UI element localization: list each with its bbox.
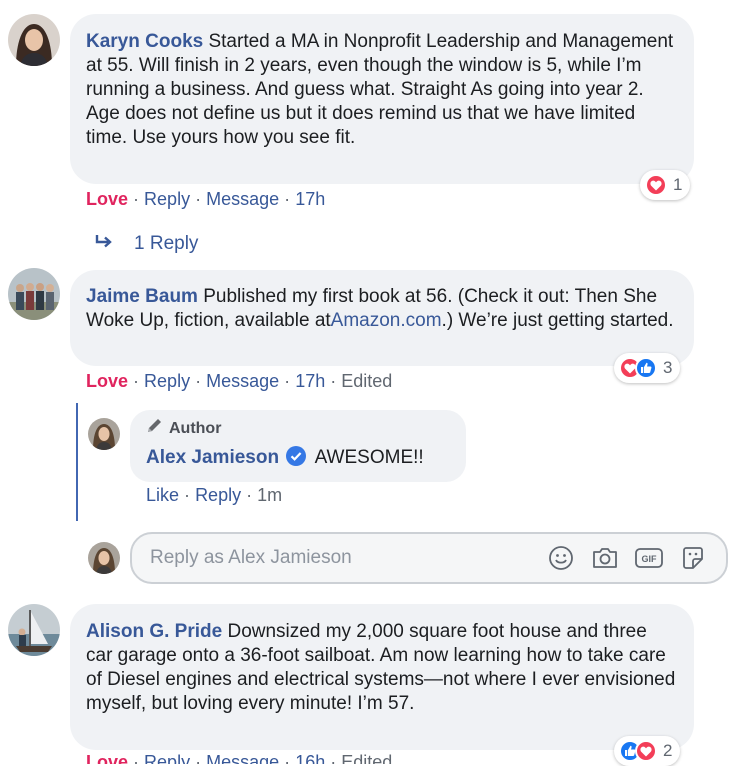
comment-author[interactable]: Jaime Baum xyxy=(86,286,198,307)
replies-count-label[interactable]: 1 Reply xyxy=(134,233,198,255)
reaction-count: 1 xyxy=(673,175,683,194)
reply-text: AWESOME!! xyxy=(314,447,424,468)
gif-icon[interactable]: GIF xyxy=(632,543,666,573)
reaction-summary[interactable]: 2 xyxy=(614,736,681,766)
avatar[interactable] xyxy=(8,14,60,66)
reply-composer: GIF xyxy=(130,532,728,584)
reaction-count: 3 xyxy=(663,358,673,377)
love-button[interactable]: Love xyxy=(86,189,128,209)
message-button[interactable]: Message xyxy=(206,371,279,391)
timestamp[interactable]: 1m xyxy=(257,485,282,505)
svg-text:GIF: GIF xyxy=(642,554,658,564)
verified-badge-icon xyxy=(286,446,307,473)
timestamp[interactable]: 17h xyxy=(295,371,325,391)
pencil-icon xyxy=(146,418,164,440)
reaction-summary[interactable]: 1 xyxy=(640,170,691,200)
avatar[interactable] xyxy=(8,604,60,656)
comment-bubble: Jaime Baum Published my first book at 56… xyxy=(70,270,694,366)
camera-icon[interactable] xyxy=(588,543,622,573)
comment-actions: Love · Reply · Message · 17h xyxy=(86,189,326,209)
reply-author[interactable]: Alex Jamieson xyxy=(146,447,279,468)
amazon-link[interactable]: Amazon.com xyxy=(331,310,442,331)
edited-label[interactable]: Edited xyxy=(341,752,392,764)
like-button[interactable]: Like xyxy=(146,485,179,505)
heart-reaction-icon xyxy=(645,174,667,196)
message-button[interactable]: Message xyxy=(206,752,279,764)
comment-actions: Love · Reply · Message · 17h · Edited xyxy=(86,371,393,391)
reply-button[interactable]: Reply xyxy=(195,485,241,505)
reply-arrow-icon xyxy=(94,233,114,255)
timestamp[interactable]: 16h xyxy=(295,752,325,764)
reaction-count: 2 xyxy=(663,741,673,760)
reply-bubble: Author Alex Jamieson AWESOME!! xyxy=(130,410,466,482)
avatar[interactable] xyxy=(8,268,60,320)
thread-line xyxy=(76,403,78,521)
comment-bubble: Karyn Cooks Started a MA in Nonprofit Le… xyxy=(70,14,694,184)
love-button[interactable]: Love xyxy=(86,371,128,391)
view-replies-link[interactable]: 1 Reply xyxy=(94,233,198,255)
love-button[interactable]: Love xyxy=(86,752,128,764)
reply-button[interactable]: Reply xyxy=(144,752,190,764)
reply-button[interactable]: Reply xyxy=(144,189,190,209)
message-button[interactable]: Message xyxy=(206,189,279,209)
comment-actions: Love · Reply · Message · 16h · Edited xyxy=(86,752,392,764)
comment-bubble: Alison G. Pride Downsized my 2,000 squar… xyxy=(70,604,694,750)
heart-reaction-icon xyxy=(635,740,657,762)
comment-author[interactable]: Karyn Cooks xyxy=(86,31,203,52)
reaction-summary[interactable]: 3 xyxy=(614,353,681,383)
reply-button[interactable]: Reply xyxy=(144,371,190,391)
reply-input[interactable] xyxy=(132,546,544,570)
sticker-icon[interactable] xyxy=(676,543,710,573)
timestamp[interactable]: 17h xyxy=(295,189,325,209)
composer-avatar xyxy=(88,542,120,574)
like-reaction-icon xyxy=(635,357,657,379)
comment-author[interactable]: Alison G. Pride xyxy=(86,621,222,642)
emoji-icon[interactable] xyxy=(544,543,578,573)
reply-actions: Like · Reply · 1m xyxy=(146,485,283,505)
author-badge: Author xyxy=(146,418,452,440)
comment-text-end: .) We’re just getting started. xyxy=(441,310,674,331)
edited-label[interactable]: Edited xyxy=(341,371,392,391)
avatar[interactable] xyxy=(88,418,120,450)
